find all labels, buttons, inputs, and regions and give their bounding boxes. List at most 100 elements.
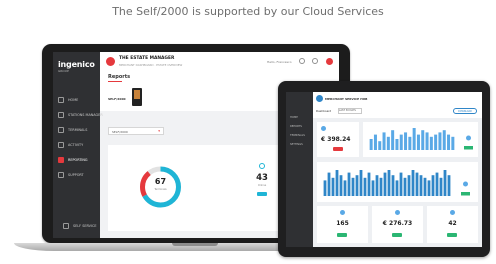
page-title: Reports [108,74,131,80]
top-chart-bar [391,130,395,150]
bottom-chart-bar [359,170,363,196]
sidebar-item-label: REPORTING [68,158,88,162]
chart-badge[interactable] [464,146,473,150]
top-chart-card [363,122,478,157]
bottom-chart-bar [407,175,411,196]
top-chart-bar [438,132,442,150]
bottom-chart-bar [363,177,367,196]
kpi-badge[interactable] [392,233,402,237]
top-chart-bar [386,136,390,150]
bottom-chart-bar [351,177,355,196]
bottom-chart-bar [427,180,431,196]
sidebar-item-label: HOME [68,98,79,102]
kpi-badge[interactable] [337,233,347,237]
support-icon [58,172,64,178]
top-chart-bar [429,136,433,150]
sidebar-item-terminals[interactable]: TERMINALS [53,124,100,136]
sidebar-item-support[interactable]: SUPPORT [53,169,100,181]
notification-icon[interactable] [326,58,333,65]
bottom-chart-bar [367,172,371,196]
sidebar-item-activity[interactable]: ACTIVITY [53,139,100,151]
sidebar-item-label: ACTIVITY [68,143,84,147]
bottom-chart-bar [355,175,359,196]
reporting-icon [58,157,64,163]
tablet-sidebar-item-settings[interactable]: SETTINGS [290,143,310,146]
bottom-chart-bar [331,177,335,196]
tablet-sidebar-item-reports[interactable]: REPORTS [290,125,310,128]
bottom-chart-bar [391,175,395,196]
sidebar-item-stations-manager[interactable]: STATIONS MANAGER [53,109,103,121]
headline: The Self/2000 is supported by our Cloud … [112,5,384,18]
ingenico-logo: ingenico GROUP [58,60,96,73]
station-icon [58,112,64,118]
tab-dashboard[interactable]: Dashboard [316,109,331,113]
kpi-card: 42 [427,206,478,243]
kpi-card: 165 [317,206,368,243]
download-button[interactable]: DOWNLOAD [453,108,477,114]
date-filter[interactable]: LAST 30 DAYS [338,108,362,114]
bottom-bar-chart [323,170,470,196]
bottom-chart-bar [375,175,379,196]
kpi-card: € 276.73 [372,206,423,243]
title-underline [108,81,122,82]
tablet-toolbar: Dashboard LAST 30 DAYS DOWNLOAD [313,105,482,118]
tablet-sidebar-item-home[interactable]: HOME [290,116,310,119]
activity-icon [58,142,64,148]
top-chart-bar [408,136,412,150]
device-label: SELF/2000 [108,97,126,101]
app-subtitle: MERCHANT DASHBOARD · ESTATE OVERVIEW [119,63,183,67]
kpi-icon [340,210,345,215]
bottom-chart-bar [383,172,387,196]
bottom-chart-bar [443,170,447,196]
tablet-sidebar-item-terminals[interactable]: TERMINALS [290,134,310,137]
self-service-item[interactable]: SELF SERVICE [58,220,98,230]
logo-brand: ingenico [58,60,95,69]
chart-badge[interactable] [461,192,470,196]
tablet-top-bar: MERCHANT SERVICE HUB [313,92,482,106]
settings-icon[interactable] [312,58,318,64]
self-service-label: SELF SERVICE [73,224,97,228]
tablet-sidebar: HOME REPORTS TERMINALS SETTINGS [286,92,313,247]
dropdown-value: SELF/2000 [112,129,128,134]
bottom-chart-bar [379,177,383,196]
bottom-chart-bar [411,170,415,196]
sidebar-item-label: SUPPORT [68,173,84,177]
donut-label: Terminals [154,188,167,191]
online-icon [259,163,265,169]
welcome-text: Hello, Francesco [267,60,292,64]
stat-online: 43 Online [248,163,276,196]
summary-icon [321,126,326,131]
sidebar-item-label: TERMINALS [68,128,88,132]
bottom-chart-bar [387,170,391,196]
tablet-app-title: MERCHANT SERVICE HUB [325,96,368,101]
top-chart-bar [399,134,403,150]
stat-badge[interactable] [257,192,267,196]
top-chart-bar [451,136,455,150]
top-chart-bar [425,132,429,150]
gear-icon [63,223,69,229]
kpi-badge[interactable] [447,233,457,237]
bottom-chart-bar [335,170,339,196]
top-chart-bar [378,141,382,150]
summary-badge[interactable] [333,147,343,151]
tablet-screen: HOME REPORTS TERMINALS SETTINGS MERCHANT SE… [286,92,482,247]
chart-icon [463,181,468,187]
top-chart-bar [395,139,399,150]
stat-value: 43 [256,173,268,183]
sidebar: ingenico GROUP HOME STATIONS MANAGER TERMI… [53,52,103,238]
top-chart-bar [369,139,373,150]
stat-label: Online [257,184,267,187]
bottom-chart-bar [339,175,343,196]
device-dropdown[interactable]: SELF/2000 ▾ [108,127,164,135]
user-icon[interactable] [299,58,305,64]
bottom-chart-bar [395,180,399,196]
bottom-chart-bar [423,177,427,196]
summary-value: € 398.24 [321,136,351,143]
sidebar-item-home[interactable]: HOME [53,94,100,106]
top-bar: THE ESTATE MANAGER MERCHANT DASHBOARD · … [100,52,339,72]
bottom-chart-bar [371,180,375,196]
sidebar-item-reporting[interactable]: REPORTING [53,154,100,166]
top-chart-bar [421,130,425,150]
kpi-icon [395,210,400,215]
logo-group: GROUP [58,69,69,73]
